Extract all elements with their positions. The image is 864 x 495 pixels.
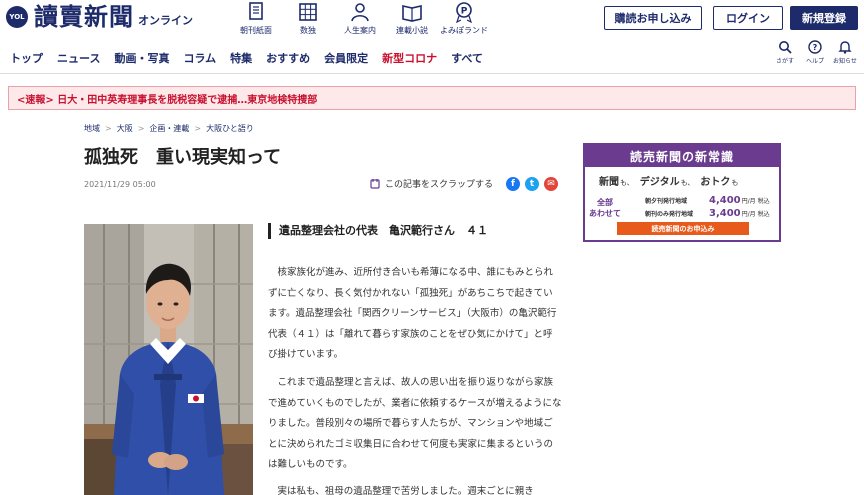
nav-item-news[interactable]: ニュース [57, 50, 100, 66]
article-photo [84, 224, 253, 495]
article-title: 孤独死 重い現実知って [84, 147, 282, 168]
global-nav: トップ ニュース 動画・写真 コラム 特集 おすすめ 会員限定 新型コロナ すべ… [0, 40, 864, 74]
nav-item-recommend[interactable]: おすすめ [266, 50, 310, 66]
scrap-button[interactable]: この記事をスクラップする [370, 177, 493, 190]
help-icon: ? [808, 40, 822, 54]
ad-bundle-label: 全部 あわせて [589, 197, 621, 219]
subscribe-button[interactable]: 購読お申し込み [604, 6, 702, 30]
logo-mark: YOL [6, 6, 28, 28]
quick-link-sudoku[interactable]: 数独 [282, 0, 334, 36]
breadcrumb-item[interactable]: 大阪ひと語り [206, 123, 254, 134]
ad-price-amount: 3,400 [709, 208, 741, 219]
facebook-icon[interactable]: f [506, 177, 520, 191]
quick-link-newspaper[interactable]: 朝刊紙面 [230, 0, 282, 36]
login-button[interactable]: ログイン [713, 6, 783, 30]
ad-bundle-line: 全部 [597, 198, 613, 207]
quick-link-label: 数独 [300, 26, 316, 35]
article-subhead: 遺品整理会社の代表 亀沢範行さん ４１ [268, 223, 568, 239]
subscription-ad-banner[interactable]: 読売新聞の新常識 新聞 も、 デジタル も、 おトク も 全部 あわせて 朝夕刊… [583, 143, 781, 242]
nav-item-top[interactable]: トップ [10, 50, 43, 66]
ad-cta-button[interactable]: 読売新聞のお申込み [617, 222, 749, 235]
ad-price-row: 朝刊のみ発行地域 3,400 円/月 税込 [645, 208, 770, 221]
breadcrumb-item[interactable]: 地域 [84, 123, 100, 134]
points-icon: P [456, 2, 472, 23]
ad-benefits: 新聞 も、 デジタル も、 おトク も [599, 173, 744, 188]
article-paragraph: これまで遺品整理と言えば、故人の思い出を振り返りながら家族で進めていくものでした… [268, 377, 562, 470]
sudoku-grid-icon [299, 3, 317, 21]
scrap-label: この記事をスクラップする [385, 180, 494, 190]
ad-word: デジタル [639, 177, 680, 188]
ad-price-area: 朝夕刊発行地域 [645, 198, 688, 205]
article-paragraph: 実は私も、祖母の遺品整理で苦労しました。週末ごとに親き [277, 486, 534, 495]
site-logo[interactable]: YOL 讀賣新聞 オンライン [6, 4, 193, 30]
person-icon [351, 3, 369, 22]
breadcrumb-separator: > [194, 124, 202, 133]
quick-link-label: 連載小説 [396, 26, 428, 35]
nav-item-video[interactable]: 動画・写真 [114, 50, 169, 66]
book-icon [402, 5, 422, 22]
ad-word: 新聞 [599, 177, 619, 188]
ad-price-unit: 円/月 税込 [741, 198, 770, 205]
breaking-news-bar[interactable]: <速報> 日大・田中英寿理事長を脱税容疑で逮捕…東京地検特捜部 [8, 86, 856, 110]
breadcrumb: 地域 > 大阪 > 企画・連載 > 大阪ひと語り [84, 123, 254, 134]
search-icon [779, 41, 792, 54]
nav-item-members[interactable]: 会員限定 [324, 50, 368, 66]
ad-price-table: 朝夕刊発行地域 4,400 円/月 税込 朝刊のみ発行地域 3,400 円/月 … [645, 195, 770, 221]
svg-text:?: ? [813, 43, 818, 52]
mail-icon[interactable]: ✉ [544, 177, 558, 191]
scrap-icon [370, 179, 380, 189]
quick-link-label: 人生案内 [344, 26, 376, 35]
svg-text:P: P [461, 7, 468, 17]
nav-item-column[interactable]: コラム [183, 50, 216, 66]
quick-links: 朝刊紙面 数独 人生案内 連載小説 P よみぽランド [230, 0, 490, 36]
ad-particle: も [731, 179, 739, 187]
nav-tools: さがす ? ヘルプ お知らせ [770, 40, 860, 65]
ad-price-area: 朝刊のみ発行地域 [645, 211, 694, 218]
quick-link-novel[interactable]: 連載小説 [386, 0, 438, 36]
nav-item-covid[interactable]: 新型コロナ [382, 50, 437, 66]
notifications-label: お知らせ [833, 58, 857, 65]
nav-items: トップ ニュース 動画・写真 コラム 特集 おすすめ 会員限定 新型コロナ すべ… [10, 50, 497, 66]
search-button[interactable]: さがす [770, 40, 800, 65]
portrait-illustration [84, 224, 253, 495]
nav-item-all[interactable]: すべて [451, 50, 483, 66]
article-date: 2021/11/29 05:00 [84, 180, 156, 189]
quick-link-label: 朝刊紙面 [240, 26, 272, 35]
breadcrumb-separator: > [105, 124, 112, 133]
logo-name: 讀賣新聞 [34, 2, 134, 31]
ad-price-amount: 4,400 [709, 195, 741, 206]
quick-link-yomipo[interactable]: P よみぽランド [438, 0, 490, 36]
share-buttons: f t ✉ [506, 177, 563, 191]
breadcrumb-separator: > [137, 124, 145, 133]
breaking-news-text: <速報> 日大・田中英寿理事長を脱税容疑で逮捕…東京地検特捜部 [17, 94, 318, 106]
nav-item-feature[interactable]: 特集 [230, 50, 252, 66]
breadcrumb-item[interactable]: 大阪 [117, 123, 133, 134]
newspaper-icon [249, 2, 263, 20]
article-paragraph: 核家族化が進み、近所付き合いも希薄になる中、誰にもみとられずに亡くなり、長く気付… [268, 267, 557, 360]
ad-particle: も、 [680, 179, 695, 187]
notifications-button[interactable]: お知らせ [830, 40, 860, 65]
ad-price-unit: 円/月 税込 [741, 211, 770, 218]
ad-particle: も、 [620, 179, 634, 187]
quick-link-advice[interactable]: 人生案内 [334, 0, 386, 36]
bell-icon [838, 41, 852, 54]
search-label: さがす [775, 58, 794, 65]
register-button[interactable]: 新規登録 [790, 6, 858, 30]
breadcrumb-item[interactable]: 企画・連載 [149, 123, 189, 134]
twitter-icon[interactable]: t [525, 177, 539, 191]
help-button[interactable]: ? ヘルプ [800, 40, 830, 65]
ad-bundle-line: あわせて [589, 209, 621, 218]
site-header: YOL 讀賣新聞 オンライン 朝刊紙面 数独 人生案内 連載小説 P よみぽラン… [0, 0, 864, 36]
help-label: ヘルプ [805, 58, 824, 65]
ad-title: 読売新聞の新常識 [585, 145, 779, 167]
quick-link-label: よみぽランド [440, 26, 488, 35]
logo-sub: オンライン [138, 14, 193, 27]
ad-price-row: 朝夕刊発行地域 4,400 円/月 税込 [645, 195, 770, 208]
ad-word: おトク [700, 177, 731, 188]
